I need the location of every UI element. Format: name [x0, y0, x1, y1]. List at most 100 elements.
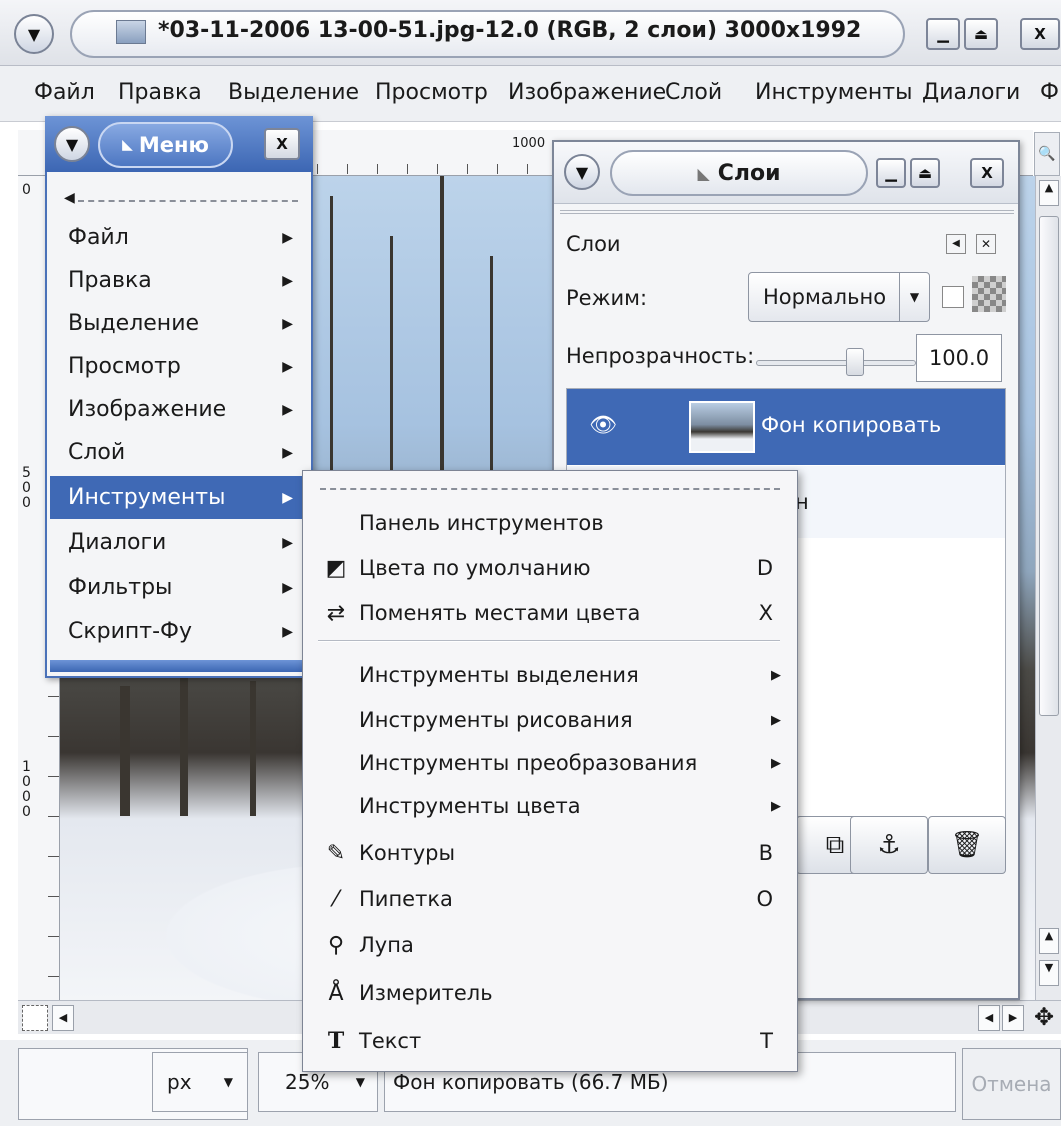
- submenu-arrow-icon: ▶: [282, 229, 293, 246]
- scroll-down-icon[interactable]: ▼: [1039, 960, 1059, 986]
- submenu-item-measure[interactable]: Å Измеритель: [303, 970, 797, 1016]
- submenu-item-magnify[interactable]: ⚲ Лупа: [303, 922, 797, 968]
- menu-item-view[interactable]: Просмотр ▶: [50, 345, 305, 388]
- submenu-item-color-tools[interactable]: Инструменты цвета ▶: [303, 783, 797, 829]
- submenu-item-eyedropper[interactable]: ⁄ Пипетка O: [303, 876, 797, 922]
- tree-trunk: [250, 681, 256, 816]
- submenu-item-default-colors[interactable]: ◩ Цвета по умолчанию D: [303, 545, 797, 591]
- dock-separator: [560, 210, 1014, 214]
- menu-item-edit[interactable]: Правка ▶: [50, 259, 305, 302]
- window-menu-button[interactable]: ▼: [14, 14, 54, 54]
- submenu-separator: [318, 640, 780, 642]
- navigate-move-icon[interactable]: ✥: [1030, 1003, 1058, 1033]
- tab-close-icon[interactable]: ✕: [976, 234, 996, 254]
- scroll-left-icon[interactable]: ◀: [52, 1005, 74, 1031]
- opacity-slider[interactable]: [756, 360, 916, 366]
- default-colors-icon: ◩: [325, 555, 347, 581]
- scroll-thumb[interactable]: [1039, 216, 1059, 716]
- tree-trunk: [120, 686, 130, 816]
- chevron-down-icon: ▼: [575, 162, 589, 182]
- magnify-small-icon: 🔍: [1038, 146, 1056, 162]
- layers-window-menu-button[interactable]: ▼: [564, 154, 600, 190]
- layer-row[interactable]: 👁 Фон копировать: [567, 389, 1005, 465]
- eye-icon[interactable]: 👁: [589, 413, 617, 438]
- maximize-button[interactable]: ⏏: [964, 18, 998, 50]
- layers-title-pill: ◣ Слои: [610, 150, 868, 196]
- layers-section-label: Слои: [566, 232, 621, 256]
- tab-menu-icon[interactable]: ◀: [946, 234, 966, 254]
- menubar-item-layer[interactable]: Слой: [665, 80, 722, 105]
- window-title: *03-11-2006 13-00-51.jpg-12.0 (RGB, 2 сл…: [158, 18, 862, 43]
- menu-window-menu-button[interactable]: ▼: [54, 126, 90, 162]
- menu-item-filters[interactable]: Фильтры ▶: [50, 566, 305, 609]
- mode-select[interactable]: Нормально ▼: [748, 272, 930, 322]
- close-button[interactable]: X: [1020, 18, 1060, 50]
- submenu-item-toolbox[interactable]: Панель инструментов: [303, 500, 797, 546]
- menu-item-layer[interactable]: Слой ▶: [50, 431, 305, 474]
- menubar-item-edit[interactable]: Правка: [118, 80, 202, 105]
- submenu-arrow-icon: ▶: [771, 755, 781, 771]
- delete-layer-button[interactable]: 🗑: [928, 816, 1006, 874]
- menu-item-select[interactable]: Выделение ▶: [50, 302, 305, 345]
- eyedropper-icon: ⁄: [334, 886, 338, 912]
- menu-window-title: Меню: [138, 133, 209, 157]
- scroll-left-icon[interactable]: ◀: [978, 1005, 1000, 1031]
- opacity-slider-handle[interactable]: [846, 348, 864, 376]
- anchor-layer-button[interactable]: ⚓: [850, 816, 928, 874]
- scroll-up-icon[interactable]: ▲: [1039, 180, 1059, 206]
- vertical-scrollbar[interactable]: ▲ ▲ ▼: [1035, 176, 1061, 1000]
- layer-name[interactable]: Фон копировать: [761, 413, 941, 437]
- submenu-arrow-icon: ▶: [282, 444, 293, 461]
- submenu-item-swap-colors[interactable]: ⇄ Поменять местами цвета X: [303, 590, 797, 636]
- submenu-item-paint-tools[interactable]: Инструменты рисования ▶: [303, 697, 797, 743]
- chevron-down-icon: ▼: [223, 1075, 233, 1089]
- ruler-label-1000-vertical: 1 0 0 0: [22, 759, 31, 820]
- menubar-item-dialogs[interactable]: Диалоги: [922, 80, 1020, 105]
- zoom-navigate-button[interactable]: 🔍: [1034, 132, 1060, 176]
- menubar-item-file[interactable]: Файл: [34, 80, 95, 105]
- menu-item-dialogs[interactable]: Диалоги ▶: [50, 521, 305, 564]
- magnify-icon: ⚲: [327, 932, 345, 958]
- layers-minimize-button[interactable]: ▁: [876, 158, 906, 188]
- submenu-item-paths[interactable]: ✎ Контуры B: [303, 830, 797, 876]
- menubar-item-image[interactable]: Изображение: [508, 80, 666, 105]
- menubar-item-view[interactable]: Просмотр: [375, 80, 488, 105]
- paths-icon: ✎: [326, 840, 346, 866]
- quick-mask-toggle[interactable]: [22, 1005, 48, 1031]
- scroll-up-icon[interactable]: ▲: [1039, 928, 1059, 954]
- menubar-item-filters[interactable]: Фи: [1040, 80, 1061, 105]
- menubar-item-select[interactable]: Выделение: [228, 80, 359, 105]
- tearoff-line[interactable]: [78, 200, 298, 202]
- close-icon: X: [1034, 25, 1046, 43]
- transparency-icon: [972, 276, 1006, 312]
- minimize-button[interactable]: ▁: [926, 18, 960, 50]
- opacity-spinbox[interactable]: 100.0: [916, 334, 1002, 382]
- menu-item-image[interactable]: Изображение ▶: [50, 388, 305, 431]
- cancel-button[interactable]: Отмена: [962, 1048, 1061, 1120]
- trash-icon: 🗑: [950, 830, 984, 860]
- menu-window-close-button[interactable]: X: [264, 128, 300, 160]
- submenu-arrow-icon: ▶: [771, 798, 781, 814]
- menubar-item-tools[interactable]: Инструменты: [755, 80, 912, 105]
- menu-title-pill: ◣ Меню: [98, 122, 233, 168]
- scroll-right-icon[interactable]: ▶: [1002, 1005, 1024, 1031]
- preserve-transparency-checkbox[interactable]: [942, 286, 964, 308]
- menu-item-tools[interactable]: Инструменты ▶: [50, 476, 305, 519]
- swap-colors-icon: ⇄: [326, 600, 346, 626]
- submenu-item-text[interactable]: T Текст T: [303, 1018, 797, 1064]
- menu-item-script-fu[interactable]: Скрипт-Фу ▶: [50, 610, 305, 653]
- unit-select[interactable]: px ▼: [152, 1052, 248, 1112]
- layers-maximize-button[interactable]: ⏏: [910, 158, 940, 188]
- back-arrow-icon[interactable]: ◀: [64, 190, 75, 206]
- layer-thumbnail: [689, 401, 755, 453]
- chevron-down-icon: ▼: [65, 134, 79, 154]
- menu-item-file[interactable]: Файл ▶: [50, 216, 305, 259]
- chevron-down-icon: ▼: [355, 1075, 365, 1089]
- tearoff-line[interactable]: [320, 488, 780, 490]
- submenu-item-selection-tools[interactable]: Инструменты выделения ▶: [303, 652, 797, 698]
- menu-window-bottom-border: [50, 660, 308, 672]
- submenu-item-transform-tools[interactable]: Инструменты преобразования ▶: [303, 740, 797, 786]
- layers-close-button[interactable]: X: [970, 158, 1004, 188]
- minimize-icon: ▁: [937, 25, 949, 43]
- ruler-label-0: 0: [22, 182, 31, 198]
